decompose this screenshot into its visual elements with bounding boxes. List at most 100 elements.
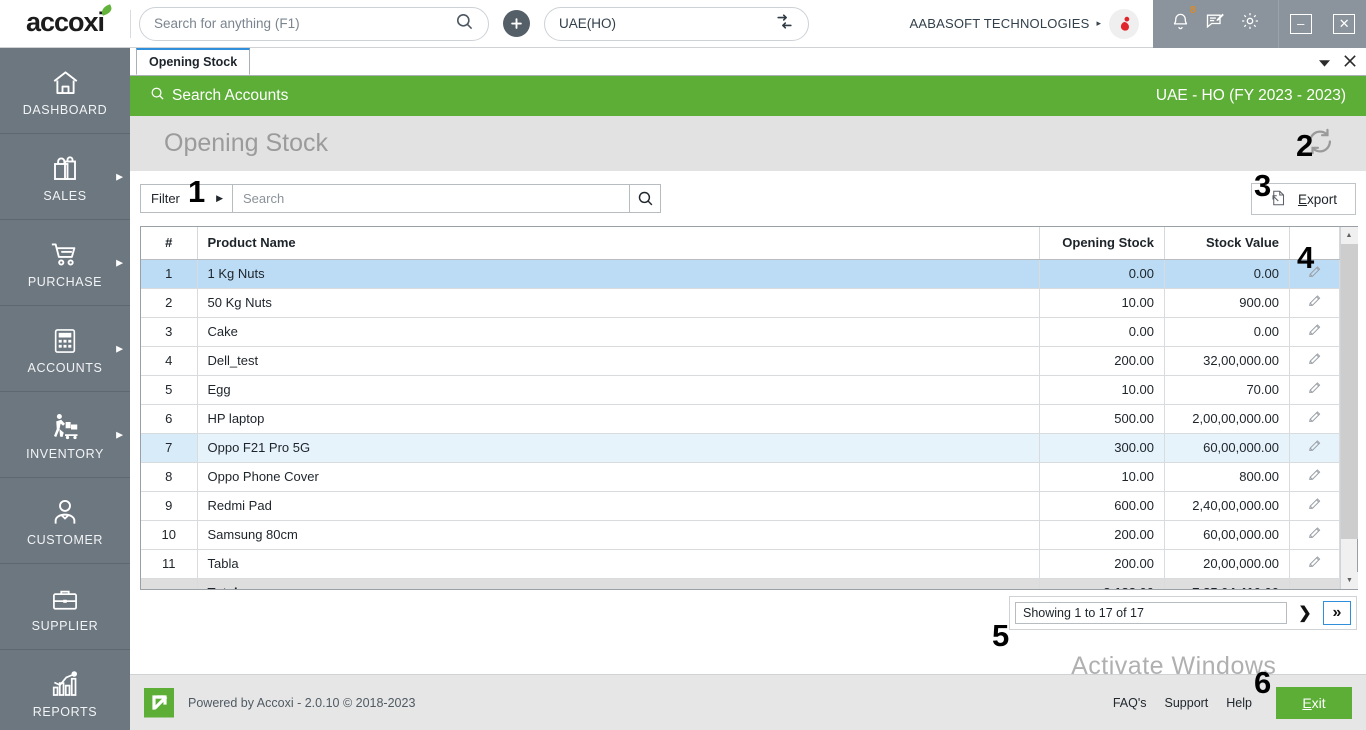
global-search[interactable] [139, 7, 489, 41]
scrollbar-thumb[interactable] [1341, 244, 1358, 539]
pagination-status-input[interactable] [1015, 602, 1287, 624]
search-input[interactable] [154, 16, 455, 31]
export-button[interactable]: Export [1251, 183, 1356, 215]
export-accel: E [1298, 192, 1307, 207]
sidebar-item-purchase[interactable]: PURCHASE ▶ [0, 220, 130, 306]
search-input[interactable] [233, 185, 629, 212]
row-edit-button[interactable] [1290, 491, 1340, 520]
row-edit-button[interactable] [1290, 288, 1340, 317]
calculator-icon [51, 322, 79, 356]
green-header-bar: Search Accounts UAE - HO (FY 2023 - 2023… [130, 76, 1366, 116]
next-page-button[interactable]: ❯ [1291, 601, 1319, 625]
edit-pencil-icon[interactable] [1307, 500, 1323, 515]
row-edit-button[interactable] [1290, 317, 1340, 346]
edit-pencil-icon[interactable] [1307, 413, 1323, 428]
search-icon[interactable] [455, 12, 474, 36]
avatar[interactable] [1109, 9, 1139, 39]
col-header-index[interactable]: # [141, 227, 197, 259]
cell-opening-stock: 300.00 [1040, 433, 1165, 462]
home-icon [49, 64, 82, 98]
search-icon[interactable] [629, 185, 660, 212]
row-edit-button[interactable] [1290, 404, 1340, 433]
chevron-right-icon[interactable]: ▶ [116, 257, 123, 268]
chevron-right-icon[interactable]: ▶ [116, 171, 123, 182]
filter-button[interactable]: Filter ▶ [141, 185, 233, 212]
row-edit-button[interactable] [1290, 462, 1340, 491]
table-row[interactable]: 9Redmi Pad600.002,40,00,000.00 [141, 491, 1340, 520]
cell-index: 9 [141, 491, 197, 520]
search-accounts-label: Search Accounts [172, 87, 288, 105]
briefcase-icon [50, 580, 80, 614]
close-icon[interactable] [1344, 54, 1356, 72]
table-row[interactable]: 3Cake0.000.00 [141, 317, 1340, 346]
col-header-opening-stock[interactable]: Opening Stock [1040, 227, 1165, 259]
row-edit-button[interactable] [1290, 346, 1340, 375]
exit-accel: E [1302, 695, 1311, 711]
branch-selector[interactable]: UAE(HO) [544, 7, 809, 41]
cell-stock-value: 70.00 [1165, 375, 1290, 404]
tab-opening-stock[interactable]: Opening Stock [136, 48, 250, 75]
minimize-button[interactable]: – [1290, 14, 1312, 34]
exit-button[interactable]: Exit [1276, 687, 1352, 719]
organization-area[interactable]: AABASOFT TECHNOLOGIES ▸ [909, 9, 1153, 39]
sidebar-item-customer[interactable]: CUSTOMER [0, 478, 130, 564]
row-edit-button[interactable] [1290, 549, 1340, 578]
cell-opening-stock: 0.00 [1040, 259, 1165, 288]
cell-opening-stock: 200.00 [1040, 549, 1165, 578]
message-icon[interactable] [1205, 11, 1225, 36]
table-row[interactable]: 10Samsung 80cm200.0060,00,000.00 [141, 520, 1340, 549]
org-caret-icon[interactable]: ▸ [1096, 18, 1101, 29]
chevron-down-icon[interactable] [1319, 54, 1330, 72]
table-row[interactable]: 11 Kg Nuts0.000.00 [141, 259, 1340, 288]
footer-link-support[interactable]: Support [1165, 696, 1209, 710]
search-accounts-button[interactable]: Search Accounts [150, 86, 288, 106]
row-edit-button[interactable] [1290, 259, 1340, 288]
sidebar-item-supplier[interactable]: SUPPLIER [0, 564, 130, 650]
switch-branch-icon[interactable] [775, 12, 794, 36]
plus-icon[interactable] [503, 10, 530, 37]
sidebar-item-reports[interactable]: REPORTS [0, 650, 130, 730]
gear-icon[interactable] [1240, 11, 1260, 36]
edit-pencil-icon[interactable] [1307, 558, 1323, 573]
notification-bell[interactable]: 8 [1171, 12, 1190, 36]
last-page-button[interactable]: » [1323, 601, 1351, 625]
table-row[interactable]: 4Dell_test200.0032,00,000.00 [141, 346, 1340, 375]
footer-link-faqs[interactable]: FAQ's [1113, 696, 1147, 710]
notification-badge: 8 [1190, 5, 1196, 16]
close-button[interactable]: ✕ [1333, 14, 1355, 34]
chevron-right-icon[interactable]: ▶ [116, 429, 123, 440]
cell-index: 3 [141, 317, 197, 346]
vertical-scrollbar[interactable]: ▲ ▼ [1340, 227, 1357, 589]
table-row[interactable]: 5Egg10.0070.00 [141, 375, 1340, 404]
scroll-down-button[interactable]: ▼ [1341, 572, 1358, 589]
edit-pencil-icon[interactable] [1307, 326, 1323, 341]
scroll-up-button[interactable]: ▲ [1341, 227, 1358, 244]
refresh-icon[interactable] [1306, 127, 1334, 160]
table-row[interactable]: 7Oppo F21 Pro 5G300.0060,00,000.00 [141, 433, 1340, 462]
table-row[interactable]: 6HP laptop500.002,00,00,000.00 [141, 404, 1340, 433]
table-row[interactable]: 8Oppo Phone Cover10.00800.00 [141, 462, 1340, 491]
sidebar-item-accounts[interactable]: ACCOUNTS ▶ [0, 306, 130, 392]
chevron-right-icon[interactable]: ▶ [116, 343, 123, 354]
edit-pencil-icon[interactable] [1307, 355, 1323, 370]
cell-total-opening-stock: 3,182.00 [1040, 578, 1165, 589]
edit-pencil-icon[interactable] [1307, 297, 1323, 312]
col-header-product-name[interactable]: Product Name [197, 227, 1040, 259]
col-header-stock-value[interactable]: Stock Value [1165, 227, 1290, 259]
row-edit-button[interactable] [1290, 375, 1340, 404]
edit-pencil-icon[interactable] [1307, 384, 1323, 399]
table-row[interactable]: 11Tabla200.0020,00,000.00 [141, 549, 1340, 578]
row-edit-button[interactable] [1290, 520, 1340, 549]
edit-pencil-icon[interactable] [1307, 529, 1323, 544]
table-row[interactable]: 250 Kg Nuts10.00900.00 [141, 288, 1340, 317]
edit-pencil-icon[interactable] [1307, 471, 1323, 486]
window-controls: – ✕ [1278, 0, 1366, 48]
edit-pencil-icon[interactable] [1307, 268, 1323, 283]
row-edit-button[interactable] [1290, 433, 1340, 462]
cell-index: 4 [141, 346, 197, 375]
sidebar-item-inventory[interactable]: INVENTORY ▶ [0, 392, 130, 478]
footer-link-help[interactable]: Help [1226, 696, 1252, 710]
sidebar-item-sales[interactable]: SALES ▶ [0, 134, 130, 220]
sidebar-item-dashboard[interactable]: DASHBOARD [0, 48, 130, 134]
edit-pencil-icon[interactable] [1307, 442, 1323, 457]
